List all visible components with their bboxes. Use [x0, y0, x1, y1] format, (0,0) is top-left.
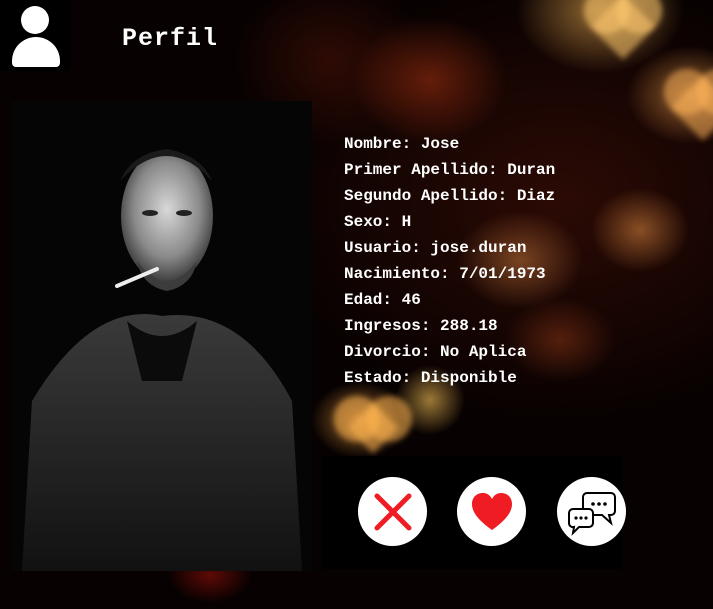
user-icon — [21, 6, 49, 34]
like-button[interactable] — [457, 477, 526, 546]
field-usuario: Usuario: jose.duran — [344, 239, 527, 257]
field-ingresos: Ingresos: 288.18 — [344, 317, 498, 335]
profile-info: Nombre: Jose Primer Apellido: Duran Segu… — [344, 131, 555, 391]
field-nombre: Nombre: Jose — [344, 135, 460, 153]
person-portrait — [22, 149, 302, 571]
page-title: Perfil — [122, 24, 219, 53]
reject-button[interactable] — [358, 477, 427, 546]
field-segundo-apellido: Segundo Apellido: Diaz — [344, 187, 556, 205]
action-panel — [322, 456, 626, 569]
profile-photo — [12, 101, 312, 571]
field-nacimiento: Nacimiento: 7/01/1973 — [344, 265, 546, 283]
field-sexo: Sexo: H — [344, 213, 412, 231]
field-primer-apellido: Primer Apellido: Duran — [344, 161, 556, 179]
chat-icon — [567, 491, 616, 536]
close-icon — [374, 493, 411, 530]
field-estado: Estado: Disponible — [344, 369, 517, 387]
user-avatar[interactable] — [0, 0, 71, 71]
chat-button[interactable] — [557, 477, 626, 546]
heart-icon — [471, 492, 512, 530]
user-icon-body — [12, 37, 60, 67]
field-divorcio: Divorcio: No Aplica — [344, 343, 527, 361]
field-edad: Edad: 46 — [344, 291, 421, 309]
